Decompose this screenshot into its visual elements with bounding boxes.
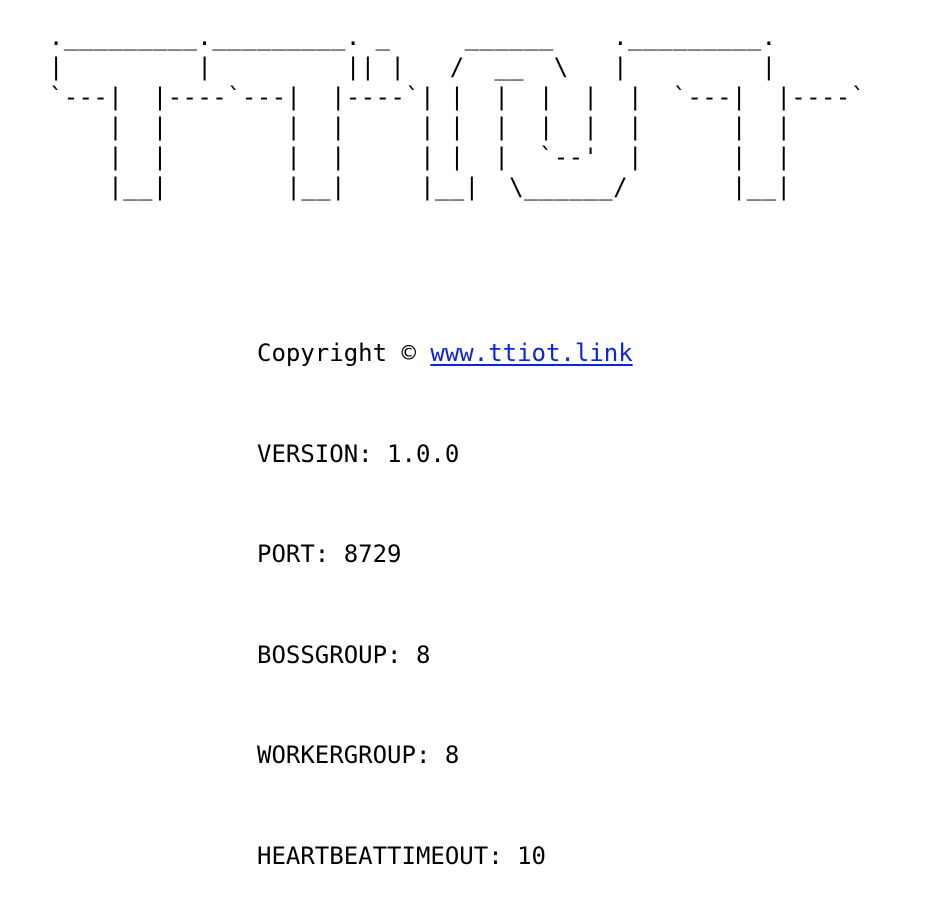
workergroup-line: WORKERGROUP: 8: [257, 739, 633, 773]
copyright-line: Copyright © www.ttiot.link: [257, 337, 633, 371]
bossgroup-line: BOSSGROUP: 8: [257, 639, 633, 673]
port-line: PORT: 8729: [257, 538, 633, 572]
workergroup-value: 8: [444, 741, 460, 769]
version-value: 1.0.0: [387, 439, 460, 468]
website-link[interactable]: www.ttiot.link: [430, 339, 632, 367]
workergroup-label: WORKERGROUP:: [257, 741, 445, 769]
bossgroup-value: 8: [415, 640, 431, 669]
heartbeat-timeout-value: 10: [517, 841, 546, 870]
bossgroup-label: BOSSGROUP:: [257, 640, 416, 669]
version-label: VERSION:: [257, 439, 388, 468]
copyright-label: Copyright ©: [257, 339, 431, 367]
ttiot-ascii-banner: ._________._________. _ ______ .________…: [48, 23, 866, 201]
heartbeat-timeout-line: HEARTBEATTIMEOUT: 10: [257, 840, 633, 874]
server-info-panel: Copyright © www.ttiot.link VERSION: 1.0.…: [257, 270, 633, 907]
port-label: PORT:: [257, 540, 344, 568]
heartbeat-timeout-label: HEARTBEATTIMEOUT:: [257, 841, 518, 870]
version-line: VERSION: 1.0.0: [257, 438, 633, 472]
port-value: 8729: [343, 540, 402, 568]
